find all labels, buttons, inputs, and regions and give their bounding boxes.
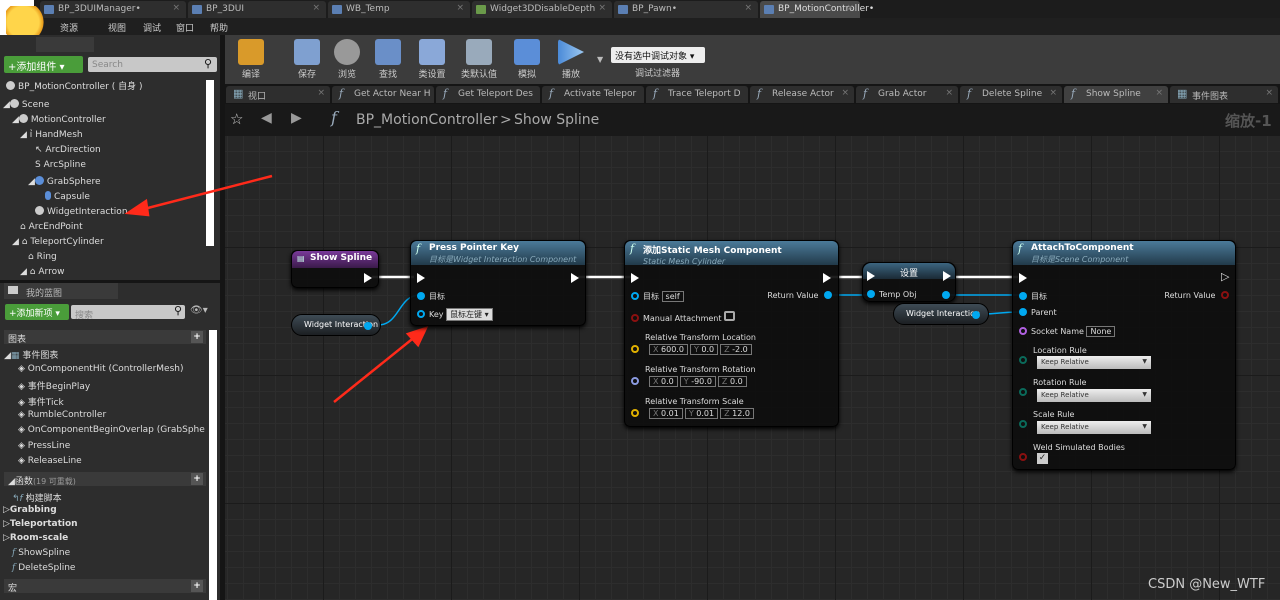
exec-out-pin[interactable] (943, 271, 951, 281)
rotation-pin[interactable]: Relative Transform Rotation X 0.0 Y -90.0 Z… (631, 365, 756, 387)
weld-pin[interactable]: Weld Simulated Bodies (1019, 443, 1125, 461)
function-icon: f (416, 242, 421, 255)
location-pin[interactable]: Relative Transform Location X 600.0 Y 0.0 Z… (631, 333, 756, 355)
function-icon: f (1018, 242, 1023, 255)
manual-attachment-pin[interactable]: Manual Attachment (631, 311, 737, 323)
rotation-rule-select[interactable]: Keep Relative (1037, 389, 1151, 402)
entry-icon: ▤ (297, 254, 305, 263)
object-pin[interactable] (364, 322, 372, 330)
annotation-arrowhead (405, 325, 429, 348)
rotation-rule-pin[interactable]: Rotation Rule (1019, 378, 1086, 396)
vector-component-input[interactable]: X 0.0 (649, 376, 678, 387)
set-output-pin[interactable] (942, 291, 950, 299)
target-pin[interactable]: 目标 (1019, 291, 1047, 302)
exec-out-pin[interactable] (571, 273, 579, 283)
exec-in-pin[interactable] (867, 271, 875, 281)
exec-in-pin[interactable] (417, 273, 425, 283)
vector-component-input[interactable]: Z -2.0 (720, 344, 752, 355)
scale-pin[interactable]: Relative Transform Scale X 0.01 Y 0.01 Z 12… (631, 397, 756, 419)
socket-name-pin[interactable]: Socket Name None (1019, 326, 1117, 337)
vector-component-input[interactable]: Z 12.0 (720, 408, 754, 419)
watermark: CSDN @New_WTF (1148, 577, 1266, 592)
target-pin[interactable]: 目标 (417, 291, 445, 302)
scale-rule-pin[interactable]: Scale Rule (1019, 410, 1074, 428)
vector-component-input[interactable]: Z 0.0 (717, 376, 747, 387)
function-icon: f (630, 242, 635, 255)
temp-obj-pin[interactable]: Temp Obj (867, 290, 916, 299)
location-rule-select[interactable]: Keep Relative (1037, 356, 1151, 369)
vector-component-input[interactable]: Y 0.0 (689, 344, 719, 355)
socket-name-input[interactable]: None (1086, 326, 1116, 337)
exec-out-pin[interactable] (823, 273, 831, 283)
vector-component-input[interactable]: X 600.0 (649, 344, 688, 355)
parent-pin[interactable]: Parent (1019, 308, 1057, 317)
key-select[interactable]: 鼠标左键 ▾ (446, 308, 493, 321)
set-variable-node[interactable]: 设置 Temp Obj (862, 262, 956, 302)
widget-interaction-getter[interactable]: Widget Interaction (291, 314, 381, 336)
function-entry-node[interactable]: ▤ Show Spline (291, 250, 379, 288)
vector-component-input[interactable]: Y 0.01 (684, 408, 719, 419)
weld-checkbox[interactable]: ✓ (1037, 453, 1048, 464)
checkbox[interactable] (724, 311, 736, 321)
exec-out-pin[interactable]: ▷ (1221, 270, 1229, 283)
key-pin[interactable]: Key 鼠标左键 ▾ (417, 308, 495, 321)
scale-rule-select[interactable]: Keep Relative (1037, 421, 1151, 434)
press-pointer-key-node[interactable]: f Press Pointer Key 目标是Widget Interaction … (410, 240, 586, 326)
return-value-pin[interactable]: Return Value (767, 291, 832, 300)
add-static-mesh-component-node[interactable]: f 添加Static Mesh Component Static Mesh Cyli… (624, 240, 839, 427)
annotation-arrowhead (124, 198, 150, 217)
annotation-arrow (139, 174, 273, 212)
return-value-pin[interactable]: Return Value (1164, 291, 1229, 300)
vector-component-input[interactable]: Y -90.0 (679, 376, 716, 387)
exec-in-pin[interactable] (631, 273, 639, 283)
exec-in-pin[interactable] (1019, 273, 1027, 283)
annotation-arrow (333, 335, 417, 403)
location-rule-pin[interactable]: Location Rule (1019, 346, 1087, 364)
target-pin[interactable]: 目标 self (631, 291, 686, 302)
object-pin[interactable] (972, 311, 980, 319)
exec-out-pin[interactable] (364, 273, 372, 283)
attach-to-component-node[interactable]: f AttachToComponent 目标是Scene Component ▷ 目… (1012, 240, 1236, 470)
widget-interaction-getter[interactable]: Widget Interaction (893, 303, 989, 325)
vector-component-input[interactable]: X 0.01 (649, 408, 683, 419)
